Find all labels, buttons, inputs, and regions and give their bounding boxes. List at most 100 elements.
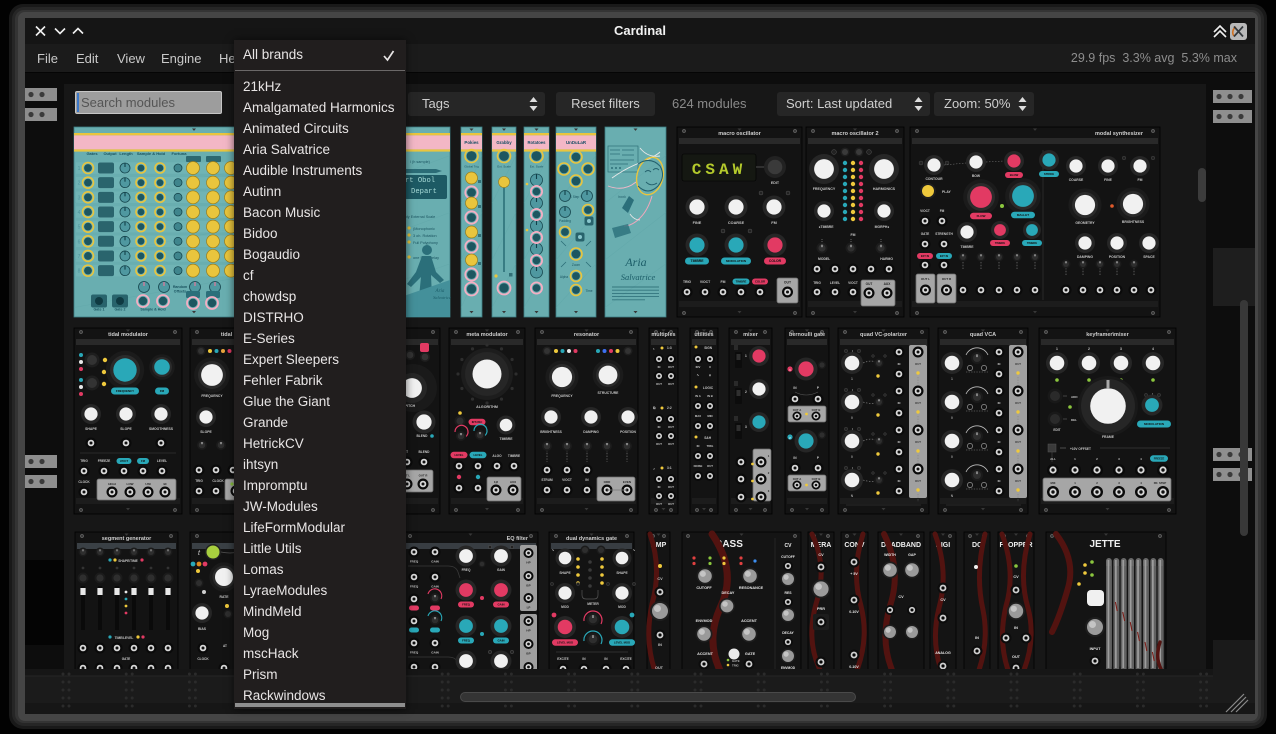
- svg-text:MODULATION: MODULATION: [1144, 422, 1164, 426]
- svg-text:OUT A: OUT A: [793, 477, 802, 481]
- svg-text:1|2: 1|2: [494, 480, 499, 484]
- svg-text:BLEND: BLEND: [419, 450, 431, 454]
- svg-text:IN: IN: [658, 365, 661, 369]
- svg-text:CV: CV: [898, 595, 904, 599]
- svg-text:MODEL: MODEL: [818, 257, 830, 261]
- svg-text:FREQ: FREQ: [462, 603, 471, 607]
- svg-text:OUT: OUT: [1015, 440, 1021, 444]
- svg-text:FM: FM: [1138, 178, 1143, 182]
- svg-text:MODULATION: MODULATION: [726, 259, 746, 263]
- svg-text:Pokies: Pokies: [464, 140, 479, 145]
- svg-text:EXCITE: EXCITE: [557, 657, 569, 661]
- svg-text:LP: LP: [527, 606, 531, 610]
- svg-text:∿: ∿: [697, 373, 700, 377]
- svg-text:0: 0: [951, 455, 953, 459]
- svg-text:FM: FM: [771, 221, 776, 225]
- svg-text:IN: IN: [658, 643, 662, 647]
- svg-text:resonator: resonator: [574, 332, 600, 338]
- svg-text:FREQUENCY: FREQUENCY: [201, 394, 223, 398]
- svg-text:ODD: ODD: [604, 480, 612, 484]
- svg-text:DAMPING: DAMPING: [1077, 255, 1093, 259]
- svg-text:CUTOFF: CUTOFF: [696, 586, 712, 590]
- svg-text:FREQ: FREQ: [410, 585, 419, 589]
- svg-text:MALLET: MALLET: [1017, 213, 1029, 217]
- svg-text:tidal modulator: tidal modulator: [108, 332, 149, 338]
- svg-text:LOW: LOW: [127, 482, 134, 486]
- svg-text:UNI: UNI: [145, 482, 150, 486]
- svg-text:IN: IN: [975, 636, 979, 640]
- svg-text:STRIKE: STRIKE: [1044, 172, 1054, 176]
- svg-text:MORPH●: MORPH●: [875, 225, 890, 229]
- svg-text:OUT: OUT: [668, 442, 674, 446]
- svg-text:2: 2: [1088, 347, 1090, 351]
- svg-text:FREQUENCY: FREQUENCY: [116, 389, 134, 393]
- svg-text:3: 3: [745, 425, 747, 429]
- svg-text:Aria: Aria: [624, 255, 646, 269]
- svg-text:OUT: OUT: [668, 502, 674, 506]
- svg-text:1: 1: [951, 377, 953, 381]
- svg-text:FREEZE: FREEZE: [1154, 456, 1165, 460]
- svg-text:OUT: OUT: [1015, 479, 1021, 483]
- svg-text:SHAPE: SHAPE: [616, 571, 628, 575]
- svg-text:Gate 1: Gate 1: [94, 308, 105, 312]
- svg-text:Grabby: Grabby: [496, 140, 512, 145]
- svg-text:FREQ: FREQ: [462, 639, 471, 643]
- svg-text:AT: AT: [223, 644, 227, 648]
- svg-text:OUT: OUT: [668, 382, 674, 386]
- svg-text:segment generator: segment generator: [102, 536, 152, 542]
- svg-text:5: 5: [78, 225, 81, 231]
- svg-text:2: 2: [78, 181, 81, 187]
- svg-text:TIMBRE: TIMBRE: [1027, 241, 1038, 245]
- svg-text:OUT: OUT: [915, 362, 921, 366]
- svg-text:6: 6: [78, 239, 81, 245]
- svg-text:BRIGHTNESS: BRIGHTNESS: [540, 430, 562, 434]
- svg-text:TIMBRE: TIMBRE: [736, 280, 747, 284]
- svg-text:TIMBRE: TIMBRE: [500, 437, 514, 441]
- svg-text:RESONANCE: RESONANCE: [739, 586, 764, 590]
- svg-text:(Monophonic: (Monophonic: [413, 227, 435, 231]
- svg-text:Random: Random: [173, 285, 187, 289]
- svg-text:PITCH: PITCH: [405, 404, 416, 408]
- svg-text:FLOW: FLOW: [977, 214, 986, 218]
- svg-text:AUX: AUX: [510, 480, 516, 484]
- svg-text:LEVEL: LEVEL: [830, 281, 840, 285]
- svg-text:EDIT: EDIT: [771, 181, 780, 185]
- svg-text:Length: Length: [119, 151, 133, 156]
- svg-text:Gates: Gates: [86, 151, 98, 156]
- svg-text:+10V OFFSET: +10V OFFSET: [1070, 447, 1091, 451]
- svg-text:CV: CV: [657, 577, 663, 581]
- svg-text:STRUCTURE: STRUCTURE: [598, 391, 620, 395]
- svg-text:ACCENT: ACCENT: [697, 652, 714, 656]
- svg-text:CONTOUR: CONTOUR: [925, 177, 943, 181]
- svg-text:3 oh. Rotation: 3 oh. Rotation: [413, 234, 437, 238]
- svg-text:Fortuna: Fortuna: [172, 151, 188, 156]
- svg-text:Salvatrice: Salvatrice: [433, 295, 451, 300]
- svg-text:FM: FM: [160, 389, 165, 393]
- svg-text:GAIN: GAIN: [498, 603, 505, 607]
- svg-text:HARMONICS: HARMONICS: [873, 187, 896, 191]
- svg-text:IN: IN: [998, 440, 1001, 444]
- svg-text:MOD: MOD: [618, 605, 626, 609]
- svg-text:OUT: OUT: [915, 479, 921, 483]
- svg-text:EXCITE: EXCITE: [620, 657, 632, 661]
- svg-text:HARMO: HARMO: [880, 257, 893, 261]
- svg-text:INT.OSC: INT.OSC: [472, 420, 483, 424]
- svg-text:GAIN: GAIN: [431, 651, 439, 655]
- svg-text:GATE: GATE: [921, 232, 930, 236]
- svg-text:PRR: PRR: [817, 607, 825, 611]
- svg-text:●TIMBRE: ●TIMBRE: [818, 225, 834, 229]
- svg-text:GAIN: GAIN: [431, 560, 439, 564]
- svg-text:X Step Y: X Step Y: [570, 195, 583, 199]
- svg-text:MIX: MIX: [1051, 481, 1056, 485]
- svg-text:3: 3: [78, 195, 81, 201]
- svg-text:keyframer\mixer: keyframer\mixer: [1086, 332, 1129, 338]
- svg-text:GATE: GATE: [732, 659, 740, 663]
- svg-text:0-10V: 0-10V: [849, 665, 859, 669]
- svg-text:OUT: OUT: [866, 282, 873, 286]
- svg-text:FM: FM: [940, 209, 945, 213]
- svg-text:V/OCT: V/OCT: [848, 281, 858, 285]
- svg-text:SHAPE/TIME: SHAPE/TIME: [118, 559, 137, 563]
- svg-text:OUT: OUT: [1012, 655, 1021, 659]
- svg-text:V/OCT: V/OCT: [562, 478, 572, 482]
- svg-text:ALL: ALL: [1050, 457, 1056, 461]
